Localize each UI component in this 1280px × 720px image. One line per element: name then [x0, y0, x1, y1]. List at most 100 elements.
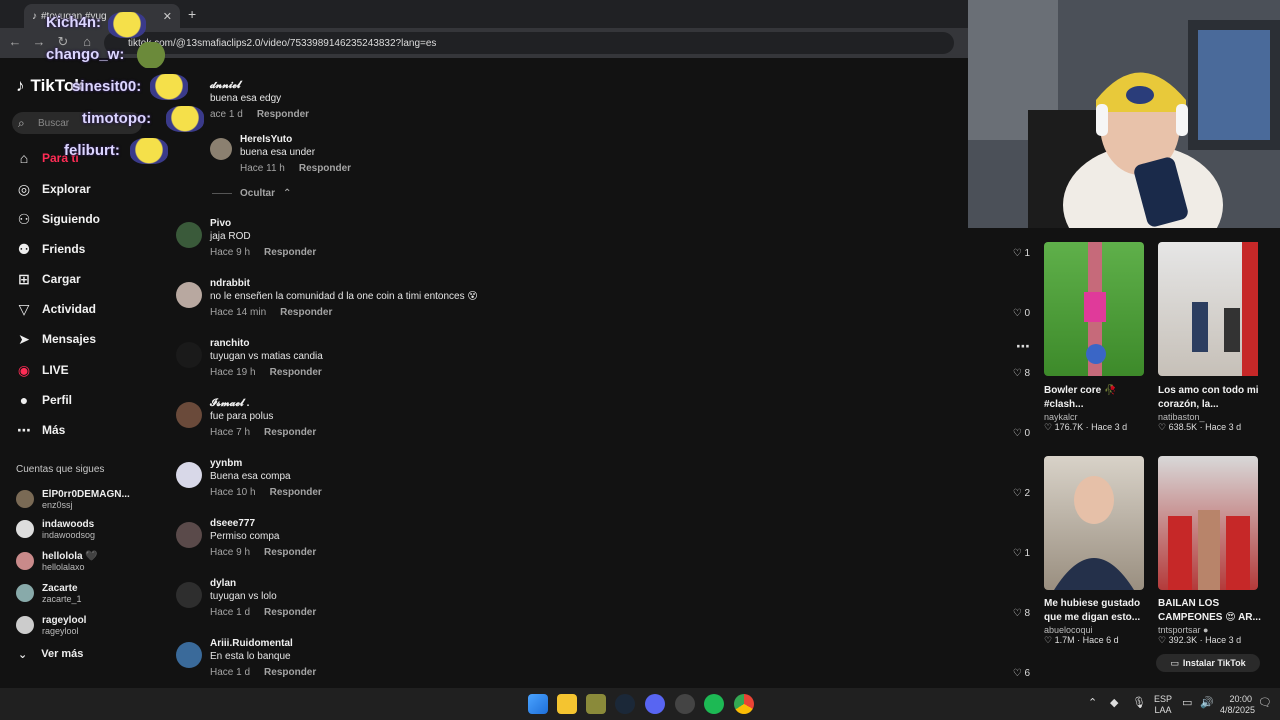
- reply-button[interactable]: Responder: [257, 109, 309, 120]
- spotify-icon[interactable]: [704, 694, 724, 714]
- video-stats: ♡ 176.7K · Hace 3 d: [1044, 422, 1128, 432]
- video-card-info[interactable]: Me hubiese gustado que me digan esto... …: [1044, 597, 1154, 646]
- like-count: 0: [1024, 308, 1030, 319]
- avatar[interactable]: [176, 522, 202, 548]
- video-thumbnail[interactable]: [1044, 242, 1144, 376]
- avatar[interactable]: [176, 282, 202, 308]
- like-button[interactable]: ♡ 2: [1004, 488, 1030, 499]
- address-bar[interactable]: tiktok.com/@13smafiaclips2.0/video/75339…: [104, 32, 954, 54]
- back-icon[interactable]: ←: [6, 34, 24, 49]
- video-thumbnail[interactable]: [1158, 456, 1258, 590]
- messages-icon: ➤: [18, 330, 30, 347]
- ver-mas-button[interactable]: ⌄ Ver más: [18, 648, 83, 661]
- microphone-icon[interactable]: 🎙: [1132, 696, 1146, 709]
- video-thumbnail[interactable]: [1044, 456, 1144, 590]
- following-account[interactable]: rageylool rageylool: [16, 610, 86, 640]
- like-button[interactable]: ♡ 0: [1004, 308, 1030, 319]
- url-text: tiktok.com/@13smafiaclips2.0/video/75339…: [128, 37, 437, 49]
- network-icon[interactable]: ▭: [1182, 696, 1192, 709]
- reply-button[interactable]: Responder: [264, 247, 316, 258]
- new-tab-button[interactable]: +: [188, 6, 196, 22]
- app-icon[interactable]: [586, 694, 606, 714]
- like-button[interactable]: ♡ 6: [1004, 668, 1030, 679]
- reply-button[interactable]: Responder: [264, 547, 316, 558]
- nav-cargar[interactable]: ⊞ Cargar: [16, 267, 81, 291]
- like-button[interactable]: ♡ 8: [1004, 368, 1030, 379]
- video-card-info[interactable]: BAILAN LOS CAMPEONES 😍 AR... tntsportsar…: [1158, 597, 1268, 646]
- comment-user[interactable]: Ariii.Ruidomental: [210, 638, 293, 649]
- comment-time: Hace 1 d: [210, 607, 251, 618]
- following-account[interactable]: hellolola 🖤 hellolalaxo: [16, 546, 98, 576]
- reply-button[interactable]: Responder: [270, 367, 322, 378]
- nav-perfil[interactable]: ● Perfil: [16, 388, 72, 412]
- chrome-icon[interactable]: [734, 694, 754, 714]
- account-handle: enz0ssj: [42, 499, 73, 510]
- avatar[interactable]: [176, 402, 202, 428]
- comment-user[interactable]: dylan: [210, 578, 236, 589]
- reply-button[interactable]: Responder: [264, 667, 316, 678]
- comment-user[interactable]: HereIsYuto: [240, 134, 292, 145]
- man-thumbnail-art: [1054, 476, 1134, 590]
- comment-item: ndrabbit no le enseñen la comunidad d la …: [176, 278, 736, 336]
- comment-user[interactable]: ndrabbit: [210, 278, 250, 289]
- reply-button[interactable]: Responder: [270, 487, 322, 498]
- discord-icon[interactable]: [645, 694, 665, 714]
- comment-time: Hace 10 h: [210, 487, 256, 498]
- install-tiktok-button[interactable]: ▭ Instalar TikTok: [1156, 654, 1260, 672]
- nav-actividad[interactable]: ▽ Actividad: [16, 297, 96, 321]
- tiktok-icon: ♪: [32, 10, 37, 22]
- avatar[interactable]: [176, 582, 202, 608]
- video-card-info[interactable]: Bowler core 🥀 #clash... naykalcr ♡ 176.7…: [1044, 384, 1154, 433]
- reply-button[interactable]: Responder: [280, 307, 332, 318]
- more-options-icon[interactable]: ⋯: [1004, 338, 1030, 355]
- tray-chevron-icon[interactable]: ⌃: [1088, 696, 1097, 709]
- comment-user[interactable]: dseee777: [210, 518, 255, 529]
- like-button[interactable]: ♡ 0: [1004, 428, 1030, 439]
- close-icon[interactable]: ✕: [163, 10, 172, 23]
- comment-user[interactable]: yynbm: [210, 458, 242, 469]
- reply-button[interactable]: Responder: [299, 163, 351, 174]
- comment-user[interactable]: 𝓘𝓼𝓶𝓪𝓮𝓵 .: [210, 398, 249, 409]
- avatar[interactable]: [176, 462, 202, 488]
- reply-button[interactable]: Responder: [264, 607, 316, 618]
- nav-label: Cargar: [42, 272, 81, 286]
- avatar[interactable]: [176, 84, 202, 110]
- following-account[interactable]: Zacarte zacarte_1: [16, 578, 82, 608]
- like-button[interactable]: ♡ 8: [1004, 608, 1030, 619]
- avatar[interactable]: [176, 342, 202, 368]
- comment-text: tuyugan vs lolo: [210, 591, 277, 602]
- nav-live[interactable]: ◉ LIVE: [16, 358, 69, 382]
- video-thumbnail[interactable]: [1158, 242, 1258, 376]
- like-button[interactable]: ♡ 1: [1004, 248, 1030, 259]
- avatar[interactable]: [210, 138, 232, 160]
- notification-icon[interactable]: 🗨: [1258, 696, 1272, 709]
- nav-label: Siguiendo: [42, 212, 100, 226]
- like-button[interactable]: ♡ 1: [1004, 548, 1030, 559]
- steam-icon[interactable]: [615, 694, 635, 714]
- nav-explorar[interactable]: ◎ Explorar: [16, 177, 91, 201]
- avatar[interactable]: [176, 642, 202, 668]
- following-account[interactable]: ElP0rr0DEMAGN... enz0ssj: [16, 484, 130, 514]
- tray-app-icon[interactable]: ◆: [1110, 696, 1118, 709]
- file-explorer-icon[interactable]: [557, 694, 577, 714]
- clock[interactable]: 20:00 4/8/2025: [1220, 694, 1255, 716]
- avatar[interactable]: [176, 222, 202, 248]
- following-account[interactable]: indawoods indawoodsog: [16, 514, 95, 544]
- windows-start-icon[interactable]: [528, 694, 548, 714]
- reply-button[interactable]: Responder: [264, 427, 316, 438]
- nav-siguiendo[interactable]: ⚇ Siguiendo: [16, 207, 100, 231]
- comment-user[interactable]: Pivo: [210, 218, 231, 229]
- video-card-info[interactable]: Los amo con todo mi corazón, la... natib…: [1158, 384, 1268, 433]
- language-indicator[interactable]: ESP LAA: [1154, 694, 1172, 716]
- comment-user[interactable]: 𝓭𝓷𝓷𝓲𝓮𝓵: [210, 80, 241, 91]
- volume-icon[interactable]: 🔊: [1200, 696, 1214, 709]
- nav-mas[interactable]: ⋯ Más: [16, 418, 65, 442]
- comment-user[interactable]: ranchito: [210, 338, 249, 349]
- profile-icon: ●: [19, 392, 29, 408]
- comment-text: Buena esa compa: [210, 471, 291, 482]
- ocultar-button[interactable]: Ocultar ⌃: [212, 188, 291, 199]
- nav-mensajes[interactable]: ➤ Mensajes: [16, 327, 96, 351]
- app-icon[interactable]: [675, 694, 695, 714]
- lang-secondary: LAA: [1154, 705, 1172, 715]
- nav-friends[interactable]: ⚉ Friends: [16, 237, 86, 261]
